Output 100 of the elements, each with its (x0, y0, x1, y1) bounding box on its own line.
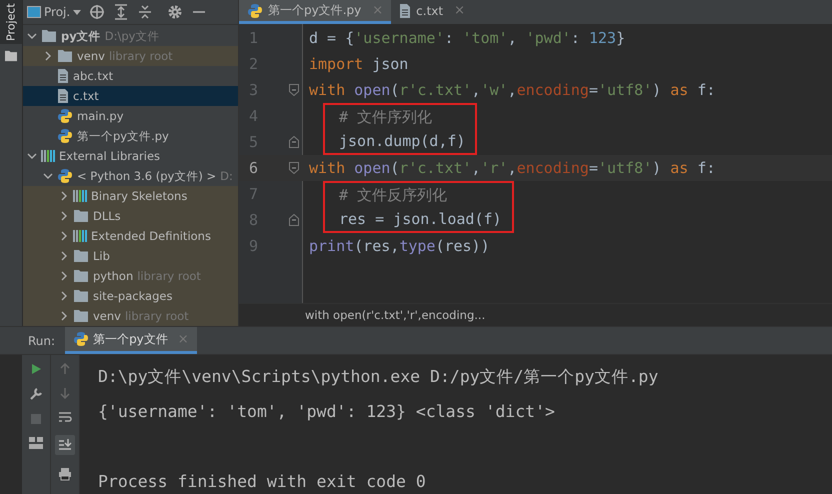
tree-item[interactable]: 第一个py文件.py (23, 126, 238, 146)
python-icon (247, 2, 263, 18)
tree-item-label: main.py (77, 109, 124, 123)
tree-item-label: python (93, 269, 134, 283)
code-line: import json (308, 55, 408, 73)
tree-item[interactable]: main.py (23, 106, 238, 126)
soft-wrap-icon[interactable] (58, 411, 72, 423)
collapse-all-icon[interactable] (137, 4, 154, 20)
tree-item[interactable]: External Libraries (23, 146, 238, 166)
library-icon (73, 190, 87, 202)
tree-item-label: External Libraries (59, 149, 160, 163)
chevron-right-icon[interactable] (59, 311, 69, 321)
chevron-right-icon[interactable] (59, 231, 69, 241)
python-icon (57, 128, 73, 144)
fold-marker-icon[interactable] (289, 214, 299, 226)
console-output-line: Process finished with exit code 0 (98, 472, 426, 491)
tree-item[interactable]: venv library root (23, 46, 238, 66)
tree-item[interactable]: DLLs (23, 206, 238, 226)
run-tab[interactable]: 第一个py文件 × (65, 327, 197, 354)
tree-item-label: abc.txt (73, 69, 114, 83)
code-line: with open(r'c.txt','r',encoding='utf8') as f: (308, 159, 716, 177)
console-output-line: D:\py文件\venv\Scripts\python.exe D:/py文件/第一个py文件.py (98, 366, 658, 388)
folder-icon (57, 49, 73, 63)
tree-item-label: c.txt (73, 89, 99, 103)
tree-item-label: Extended Definitions (91, 229, 211, 243)
code-line: print(res,type(res)) (308, 237, 490, 255)
code-line: # 文件反序列化 (339, 186, 448, 204)
library-icon (41, 150, 55, 162)
text-file-icon (57, 68, 69, 84)
run-icon[interactable] (30, 363, 42, 375)
tree-item[interactable]: Lib (23, 246, 238, 266)
tree-item-label: Binary Skeletons (91, 189, 188, 203)
tree-item-label: Lib (93, 249, 110, 263)
run-label: Run: (28, 334, 56, 348)
tree-item-label: venv (77, 49, 105, 63)
chevron-down-icon[interactable] (27, 151, 37, 161)
code-line: with open(r'c.txt','w',encoding='utf8') as f: (308, 81, 716, 99)
folder-icon (73, 249, 89, 263)
folder-icon[interactable] (4, 50, 18, 62)
code-editor[interactable] (239, 24, 832, 303)
chevron-right-icon[interactable] (59, 271, 69, 281)
chevron-right-icon[interactable] (59, 291, 69, 301)
scroll-to-end-icon[interactable] (55, 435, 75, 455)
tree-item-label: site-packages (93, 289, 172, 303)
code-line: res = json.load(f) (339, 210, 502, 228)
tree-item-hint: library root (124, 309, 189, 323)
print-icon[interactable] (58, 467, 72, 481)
folder-icon (73, 269, 89, 283)
tree-item-label: venv (93, 309, 121, 323)
tree-item-hint: library root (137, 269, 201, 283)
locate-icon[interactable] (89, 4, 106, 20)
chevron-down-icon[interactable] (27, 31, 37, 41)
tree-item-label: py文件 (61, 28, 101, 44)
tree-item[interactable]: py文件 D:\py文件 (23, 26, 238, 46)
layout-icon[interactable] (29, 437, 43, 449)
wrench-icon[interactable] (29, 387, 43, 401)
text-file-icon (399, 2, 412, 18)
editor-tab[interactable]: 第一个py文件.py × (239, 0, 392, 24)
tree-item-hint: D:\py文件 (104, 28, 160, 44)
project-tool-tab[interactable]: Project (0, 0, 22, 44)
python-icon (73, 331, 90, 347)
tree-item[interactable]: < Python 3.6 (py文件) > D: (23, 166, 238, 186)
chevron-right-icon[interactable] (59, 251, 69, 261)
tree-item[interactable]: python library root (23, 266, 238, 286)
chevron-right-icon[interactable] (59, 191, 69, 201)
code-line: json.dump(d,f) (339, 132, 466, 150)
chevron-right-icon[interactable] (59, 211, 69, 221)
python-icon (57, 168, 73, 184)
tree-item[interactable]: Binary Skeletons (23, 186, 238, 206)
text-file-icon (57, 88, 69, 104)
settings-icon[interactable] (167, 4, 184, 20)
project-view-dropdown[interactable]: Proj. (27, 5, 82, 19)
code-line: # 文件序列化 (339, 108, 432, 126)
tree-item-label: DLLs (93, 209, 121, 223)
window-icon (27, 6, 41, 18)
library-icon (73, 230, 87, 242)
console-output-line: {'username': 'tom', 'pwd': 123} <class 'dict'> (98, 402, 555, 421)
python-icon (57, 108, 73, 124)
caret-icon (73, 10, 82, 14)
line-number: 6 (248, 158, 260, 179)
breadcrumb[interactable]: with open(r'c.txt','r',encoding... (305, 308, 486, 322)
fold-marker-icon[interactable] (289, 84, 299, 96)
code-line: d = {'username': 'tom', 'pwd': 123} (308, 29, 626, 47)
tree-item-label: < Python 3.6 (py文件) > (77, 168, 216, 184)
tree-item[interactable]: Extended Definitions (23, 226, 238, 246)
tree-item[interactable]: venv library root (23, 306, 238, 326)
editor-tab[interactable]: c.txt × (391, 0, 474, 24)
fold-marker-icon[interactable] (289, 162, 299, 174)
fold-marker-icon[interactable] (289, 136, 299, 148)
chevron-right-icon[interactable] (43, 51, 53, 61)
tree-item-hint: library root (108, 49, 173, 63)
expand-all-icon[interactable] (113, 4, 130, 20)
chevron-down-icon[interactable] (43, 171, 53, 181)
folder-icon (73, 289, 89, 303)
tree-item-label: 第一个py文件.py (77, 128, 169, 144)
tree-item[interactable]: abc.txt (23, 66, 238, 86)
tree-item[interactable]: c.txt (23, 86, 238, 106)
folder-icon (73, 309, 89, 323)
tree-item-hint: D: (220, 169, 233, 183)
tree-item[interactable]: site-packages (23, 286, 238, 306)
